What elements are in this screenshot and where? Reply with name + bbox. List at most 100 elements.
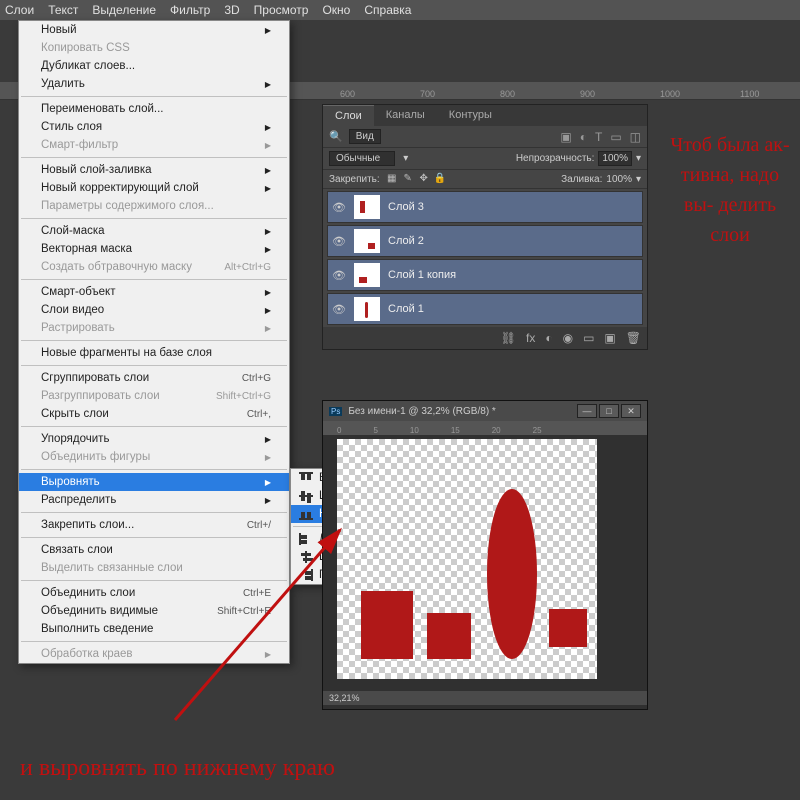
- shape-rect-3: [549, 609, 587, 647]
- panel-tabs: Слои Каналы Контуры: [323, 105, 647, 126]
- tab-layers[interactable]: Слои: [323, 105, 374, 126]
- menu-item[interactable]: Дубликат слоев...: [19, 57, 289, 75]
- menu-item[interactable]: Скрыть слоиCtrl+,: [19, 405, 289, 423]
- layer-thumbnail[interactable]: [354, 297, 380, 321]
- annotation-bottom: и выровнять по нижнему краю: [20, 755, 335, 782]
- tab-channels[interactable]: Каналы: [374, 105, 437, 126]
- shape-ellipse: [487, 489, 537, 659]
- menu-item[interactable]: Упорядочить: [19, 430, 289, 448]
- canvas[interactable]: [337, 439, 597, 679]
- maximize-button[interactable]: □: [599, 404, 619, 418]
- menu-item[interactable]: Сгруппировать слоиCtrl+G: [19, 369, 289, 387]
- mask-icon[interactable]: ◐: [545, 331, 552, 345]
- menu-item: Смарт-фильтр: [19, 136, 289, 154]
- filter-adjust-icon[interactable]: ◐: [580, 130, 587, 144]
- align-top-icon: [299, 472, 313, 484]
- trash-icon[interactable]: 🗑: [626, 331, 641, 345]
- panel-filter-row: 🔍 Вид ▣ ◐ T ▭ ◫: [323, 126, 647, 148]
- lock-label: Закрепить:: [329, 174, 380, 185]
- menu-item: Копировать CSS: [19, 39, 289, 57]
- layer-row[interactable]: 👁 Слой 1: [327, 293, 643, 325]
- new-layer-icon[interactable]: ▣: [604, 331, 615, 345]
- panel-bottom-bar: ⛓ fx ◐ ◉ ▭ ▣ 🗑: [323, 327, 647, 349]
- menu-item[interactable]: Объединить слоиCtrl+E: [19, 584, 289, 602]
- tab-paths[interactable]: Контуры: [437, 105, 504, 126]
- menu-item[interactable]: Новые фрагменты на базе слоя: [19, 344, 289, 362]
- layer-row[interactable]: 👁 Слой 3: [327, 191, 643, 223]
- close-button[interactable]: ✕: [621, 404, 641, 418]
- group-icon[interactable]: ▭: [583, 331, 594, 345]
- layer-thumbnail[interactable]: [354, 229, 380, 253]
- panel-blend-row: Обычные ▾ Непрозрачность: 100% ▾: [323, 148, 647, 170]
- menu-item[interactable]: Закрепить слои...Ctrl+/: [19, 516, 289, 534]
- minimize-button[interactable]: —: [577, 404, 597, 418]
- menu-item[interactable]: Стиль слоя: [19, 118, 289, 136]
- menu-filter[interactable]: Фильтр: [170, 3, 210, 17]
- lock-pixels-icon[interactable]: ▦: [386, 173, 398, 185]
- menu-item[interactable]: Удалить: [19, 75, 289, 93]
- layer-name[interactable]: Слой 2: [388, 235, 424, 247]
- doc-status-bar: 32,21%: [323, 691, 647, 705]
- filter-type-icon[interactable]: T: [595, 130, 602, 144]
- filter-select[interactable]: Вид: [349, 129, 381, 144]
- filter-shape-icon[interactable]: ▭: [610, 130, 621, 144]
- menu-3d[interactable]: 3D: [224, 3, 239, 17]
- link-icon[interactable]: ⛓: [501, 331, 516, 345]
- menu-item[interactable]: Смарт-объект: [19, 283, 289, 301]
- menu-item[interactable]: Связать слои: [19, 541, 289, 559]
- doc-ruler: 0510 152025: [323, 421, 647, 435]
- lock-move-icon[interactable]: ✥: [418, 173, 430, 185]
- visibility-icon[interactable]: 👁: [332, 303, 346, 316]
- menu-window[interactable]: Окно: [322, 3, 350, 17]
- opacity-label: Непрозрачность:: [516, 153, 595, 164]
- visibility-icon[interactable]: 👁: [332, 201, 346, 214]
- menu-selection[interactable]: Выделение: [92, 3, 156, 17]
- layer-row[interactable]: 👁 Слой 2: [327, 225, 643, 257]
- lock-all-icon[interactable]: 🔒: [434, 173, 446, 185]
- align-right-icon: [299, 569, 313, 581]
- menu-layers[interactable]: Слои: [5, 3, 34, 17]
- fill-label: Заливка:: [561, 174, 602, 185]
- layer-name[interactable]: Слой 1: [388, 303, 424, 315]
- align-hcenter-icon: [299, 551, 313, 563]
- visibility-icon[interactable]: 👁: [332, 235, 346, 248]
- blend-mode-select[interactable]: Обычные: [329, 151, 395, 166]
- menu-help[interactable]: Справка: [364, 3, 411, 17]
- layer-name[interactable]: Слой 3: [388, 201, 424, 213]
- adjustment-icon[interactable]: ◉: [563, 331, 573, 345]
- layer-thumbnail[interactable]: [354, 263, 380, 287]
- panel-lock-row: Закрепить: ▦ ✎ ✥ 🔒 Заливка: 100% ▾: [323, 170, 647, 189]
- menu-text[interactable]: Текст: [48, 3, 78, 17]
- layer-name[interactable]: Слой 1 копия: [388, 269, 456, 281]
- filter-smart-icon[interactable]: ◫: [630, 130, 641, 144]
- lock-brush-icon[interactable]: ✎: [402, 173, 414, 185]
- ps-icon: Ps: [329, 407, 342, 416]
- menu-item[interactable]: Выровнять: [19, 473, 289, 491]
- align-bottom-icon: [299, 508, 313, 520]
- menu-item[interactable]: Распределить: [19, 491, 289, 509]
- menu-item[interactable]: Выполнить сведение: [19, 620, 289, 638]
- zoom-value[interactable]: 32,21%: [329, 693, 360, 703]
- menu-item[interactable]: Новый: [19, 21, 289, 39]
- layer-row[interactable]: 👁 Слой 1 копия: [327, 259, 643, 291]
- menu-item[interactable]: Новый корректирующий слой: [19, 179, 289, 197]
- menu-item[interactable]: Слой-маска: [19, 222, 289, 240]
- layer-thumbnail[interactable]: [354, 195, 380, 219]
- menu-item[interactable]: Переименовать слой...: [19, 100, 289, 118]
- menu-item: Растрировать: [19, 319, 289, 337]
- fx-icon[interactable]: fx: [526, 331, 535, 345]
- doc-title: Без имени-1 @ 32,2% (RGB/8) *: [348, 406, 495, 417]
- fill-value[interactable]: 100%: [606, 174, 632, 185]
- doc-titlebar[interactable]: Ps Без имени-1 @ 32,2% (RGB/8) * — □ ✕: [323, 401, 647, 421]
- align-left-icon: [299, 533, 313, 545]
- filter-image-icon[interactable]: ▣: [560, 130, 571, 144]
- menu-item[interactable]: Объединить видимыеShift+Ctrl+E: [19, 602, 289, 620]
- canvas-area[interactable]: [323, 435, 647, 691]
- menu-item[interactable]: Новый слой-заливка: [19, 161, 289, 179]
- visibility-icon[interactable]: 👁: [332, 269, 346, 282]
- menu-item[interactable]: Слои видео: [19, 301, 289, 319]
- menu-item[interactable]: Векторная маска: [19, 240, 289, 258]
- opacity-value[interactable]: 100%: [598, 151, 632, 166]
- layers-dropdown[interactable]: НовыйКопировать CSSДубликат слоев...Удал…: [18, 20, 290, 664]
- menu-view[interactable]: Просмотр: [254, 3, 309, 17]
